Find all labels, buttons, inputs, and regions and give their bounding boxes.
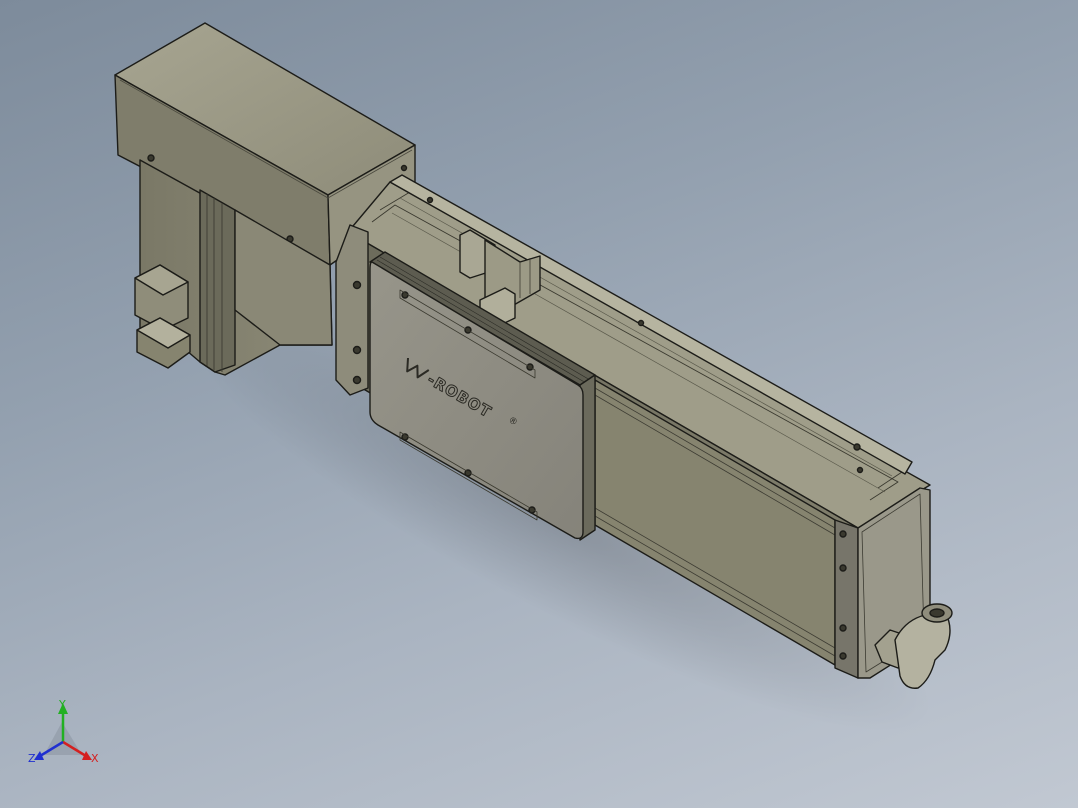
- triad-x-label: X: [91, 752, 99, 765]
- graphics-viewport[interactable]: -ROBOT ® Y X Z: [0, 0, 1078, 808]
- cad-model-scene[interactable]: -ROBOT ® Y X Z: [0, 0, 1078, 808]
- screw-hole: [839, 530, 847, 538]
- rail-end-cap-front: [834, 519, 859, 679]
- screw-hole: [839, 624, 847, 632]
- screw-hole: [856, 466, 864, 474]
- screw-hole: [352, 375, 362, 385]
- rail-start-cap: [335, 224, 369, 396]
- screw-hole: [352, 345, 362, 355]
- screw-hole: [839, 652, 847, 660]
- screw-hole: [426, 196, 434, 204]
- screw-hole: [853, 443, 861, 451]
- screw-hole: [147, 154, 155, 162]
- orientation-triad[interactable]: Y X Z: [28, 698, 99, 765]
- screw-hole: [400, 164, 408, 172]
- triad-z-label: Z: [28, 752, 36, 765]
- triad-y-label: Y: [58, 698, 66, 711]
- screw-hole: [352, 280, 362, 290]
- screw-hole: [839, 564, 847, 572]
- screw-hole: [637, 319, 645, 327]
